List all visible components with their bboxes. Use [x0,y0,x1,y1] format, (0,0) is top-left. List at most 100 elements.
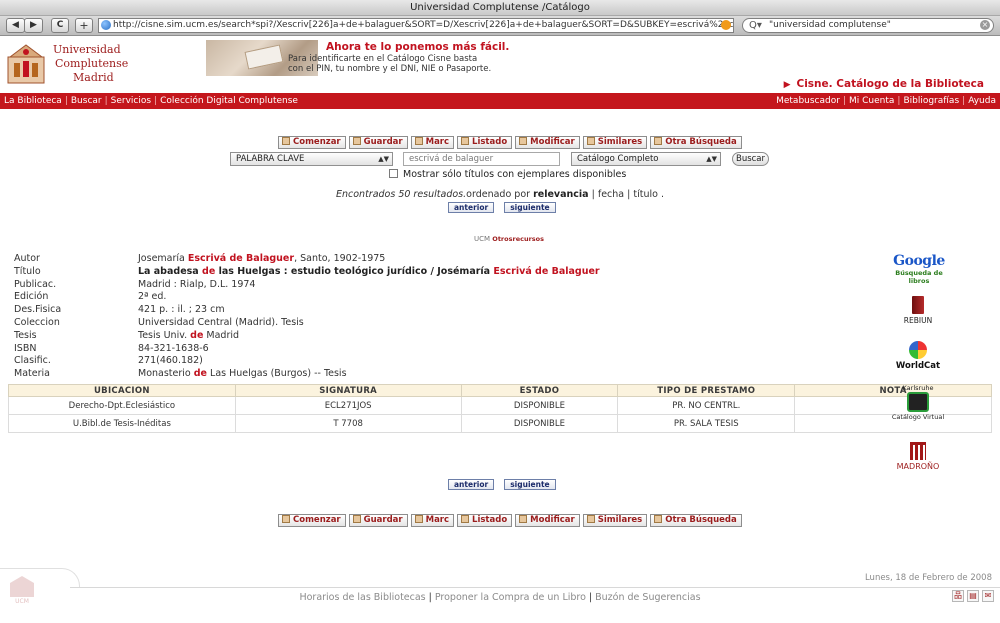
karlsruhe-link[interactable]: Karlsruhe Catálogo Virtual [889,384,947,421]
similar-icon [586,515,595,523]
karlsruhe-label: Karlsruhe [902,384,934,392]
nav-ayuda[interactable]: Ayuda [968,96,996,106]
catalog-title: ▶ Cisne. Catálogo de la Biblioteca [784,78,984,90]
home-icon [282,515,290,523]
nav-metabuscador[interactable]: Metabuscador [776,96,840,106]
rebiun-link[interactable]: REBIUN [900,296,936,325]
sort-titulo[interactable]: título [633,189,658,200]
madrono-link[interactable]: MADROÑO [892,442,944,471]
checkbox-box[interactable] [389,169,398,178]
modificar-button[interactable]: Modificar [515,514,580,527]
search-type-select[interactable]: PALABRA CLAVE ▲▼ [230,152,393,166]
pager-top: anterior siguiente [448,202,566,213]
nav-buscar[interactable]: Buscar [71,96,102,106]
guardar-button[interactable]: Guardar [348,136,408,149]
list-icon [461,515,470,523]
anterior-button[interactable]: anterior [448,202,495,213]
record-row-desfisica: Des.Fisica 421 p. : il. ; 23 cm [14,304,814,317]
otra-busqueda-button[interactable]: Otra Búsqueda [650,514,742,527]
field-value: 84-321-1638-6 [138,342,209,354]
modificar-button[interactable]: Modificar [515,136,580,149]
tesis-highlight: de [190,329,204,341]
document-icon[interactable]: ▤ [967,590,979,602]
marc-button[interactable]: Marc [410,136,455,149]
google-books-link[interactable]: Google Búsqueda de libros [888,253,950,285]
otra-busqueda-button[interactable]: Otra Búsqueda [650,136,742,149]
search-scope-select[interactable]: Catálogo Completo ▲▼ [571,152,721,166]
add-bookmark-button[interactable]: + [75,18,93,33]
field-value[interactable]: Josemaría Escrivá de Balaguer, Santo, 19… [138,253,385,266]
banner-headline: Ahora te lo ponemos más fácil. [326,41,510,53]
guardar-button[interactable]: Guardar [348,514,408,527]
browser-search-input[interactable]: Q▾ "universidad complutense" × [742,18,994,33]
forward-button[interactable]: ▶ [24,18,43,33]
worldcat-link[interactable]: WorldCat [894,341,942,371]
button-label: Modificar [530,515,575,525]
search-query-input[interactable]: escrivá de balaguer [403,152,560,166]
otros-recursos-link[interactable]: UCM Otrosrecursos [474,235,544,243]
worldcat-label: WorldCat [895,361,941,371]
sort-fecha[interactable]: fecha [598,189,624,200]
nav-coleccion-digital[interactable]: Colección Digital Complutense [160,96,298,106]
field-value[interactable]: Universidad Central (Madrid). Tesis [138,317,304,330]
footer-link-proponer-compra[interactable]: Proponer la Compra de un Libro [435,592,586,603]
anterior-button[interactable]: anterior [448,479,495,490]
siguiente-button[interactable]: siguiente [504,202,556,213]
listado-button[interactable]: Listado [457,136,513,149]
sitemap-icon[interactable]: 品 [952,590,964,602]
back-button[interactable]: ◀ [6,18,25,33]
listado-button[interactable]: Listado [457,514,513,527]
comenzar-button[interactable]: Comenzar [278,136,346,149]
ordered-by: ordenado por [466,189,531,200]
pin-banner[interactable]: Ahora te lo ponemos más fácil. Para iden… [206,40,509,76]
table-cell: U.Bibl.de Tesis-Inéditas [8,414,236,433]
footer-links: Horarios de las Bibliotecas | Proponer la … [299,592,701,603]
footer-link-horarios[interactable]: Horarios de las Bibliotecas [299,592,425,603]
rss-icon[interactable] [721,20,731,30]
url-bar[interactable]: http://cisne.sim.ucm.es/search*spi?/Xesc… [98,18,734,33]
siguiente-button[interactable]: siguiente [504,479,556,490]
table-cell: PR. SALA TESIS [617,414,796,433]
google-books-label: Búsqueda de libros [895,269,943,285]
search-scope-value: Catálogo Completo [577,154,659,164]
field-value[interactable]: Monasterio de Las Huelgas (Burgos) -- Te… [138,368,347,381]
materia-text: Monasterio [138,368,194,380]
field-value: 2ª ed. [138,291,167,303]
field-label: Coleccion [14,316,60,328]
footer-link-buzon[interactable]: Buzón de Sugerencias [595,592,700,603]
table-cell: DISPONIBLE [460,414,619,433]
site-header: Universidad Complutense Madrid Ahora te … [0,37,1000,92]
edit-icon [519,515,528,523]
field-label: Publicac. [14,278,57,290]
button-label: Modificar [530,137,575,147]
uni-name-line: Complutense [55,57,129,70]
table-cell: T 7708 [234,414,462,433]
available-only-checkbox[interactable]: Mostrar sólo títulos con ejemplares disp… [389,169,626,180]
sort-relevancia[interactable]: relevancia [533,189,589,200]
nav-bibliografias[interactable]: Bibliografías [903,96,959,106]
select-arrows-icon: ▲▼ [378,155,389,163]
nav-mi-cuenta[interactable]: Mi Cuenta [849,96,894,106]
mail-icon[interactable]: ✉ [982,590,994,602]
column-header: TIPO DE PRESTAMO [617,384,796,397]
ucm-crest-icon[interactable] [2,41,50,89]
table-row: Derecho-Dpt.Eclesiástico ECL271JOS DISPO… [8,396,992,415]
results-count: Encontrados 50 resultados. [335,189,467,200]
nav-la-biblioteca[interactable]: La Biblioteca [4,96,62,106]
table-cell: PR. NO CENTRL. [617,396,796,415]
column-header: UBICACION [8,384,236,397]
clear-icon[interactable]: × [980,20,990,30]
button-label: Marc [425,515,450,525]
marc-button[interactable]: Marc [410,514,455,527]
comenzar-button[interactable]: Comenzar [278,514,346,527]
buscar-button[interactable]: Buscar [732,152,769,166]
reload-button[interactable]: C [51,18,69,33]
tesis-text: Madrid [203,329,240,341]
window-title: Universidad Complutense /Catálogo [0,0,1000,16]
similares-button[interactable]: Similares [582,136,648,149]
button-label: Listado [472,515,508,525]
record-row-titulo: Título La abadesa de las Huelgas : estud… [14,266,814,279]
titulo-text: La abadesa [138,265,203,277]
nav-servicios[interactable]: Servicios [111,96,151,106]
similares-button[interactable]: Similares [582,514,648,527]
